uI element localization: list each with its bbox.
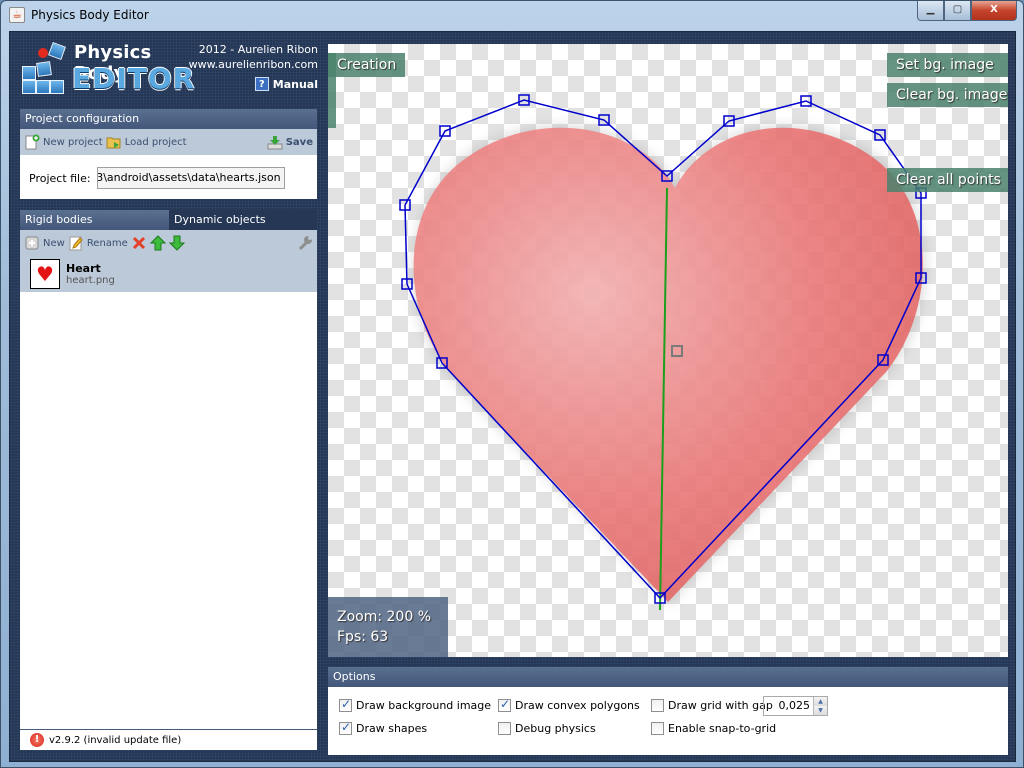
option-debug-physics[interactable]: Debug physics [498,722,596,735]
credits-website[interactable]: www.aurelienribon.com [118,57,318,72]
set-bg-image-button[interactable]: Set bg. image [887,53,1008,77]
heart-image [413,127,923,602]
java-app-icon: ☕ [9,7,25,23]
new-body-button[interactable]: New [24,235,65,251]
window-controls: ▁ ▢ X [917,1,1017,21]
bodies-tabs: Rigid bodies Dynamic objects [20,210,317,230]
manual-label: Manual [272,77,318,91]
pencil-icon [68,235,84,251]
grid-gap-spinner[interactable]: 0,025 ▲ ▼ [763,696,828,716]
tab-dynamic-objects[interactable]: Dynamic objects [169,210,317,230]
bodies-toolbar: New Rename [20,230,317,256]
options-title: Options [328,667,1008,687]
client-area: Physics Body EDITOR 2012 - Aurelien Ribo… [9,31,1016,762]
close-button[interactable]: X [971,1,1017,21]
editor-canvas[interactable]: Creation Set bg. image Clear bg. image C… [328,44,1008,657]
maximize-button[interactable]: ▢ [944,1,971,21]
window-title: Physics Body Editor [31,8,149,22]
checkbox[interactable] [651,699,664,712]
delete-icon[interactable] [131,235,147,251]
version-text: v2.9.2 (invalid update file) [49,734,182,746]
options-grid: Draw background image Draw shapes Draw c… [328,687,1008,755]
bodies-panel: Rigid bodies Dynamic objects New Rename [20,210,317,750]
app-header: Physics Body EDITOR 2012 - Aurelien Ribo… [10,32,318,107]
move-down-icon[interactable] [168,235,186,251]
option-snap-to-grid[interactable]: Enable snap-to-grid [651,722,776,735]
item-file: heart.png [66,275,115,286]
spin-up-icon[interactable]: ▲ [814,697,827,706]
list-item[interactable]: ♥ Heart heart.png [20,256,317,292]
save-button[interactable]: Save [267,134,313,150]
error-icon: ! [30,733,44,747]
project-toolbar: New project Load project Save [20,129,317,155]
option-draw-grid[interactable]: Draw grid with gap [651,699,773,712]
checkbox[interactable] [498,697,511,712]
mode-label-creation[interactable]: Creation [328,53,406,77]
new-document-icon [24,134,40,150]
project-file-label: Project file: [29,171,91,185]
credits: 2012 - Aurelien Ribon www.aurelienribon.… [118,42,318,72]
logo-blocks-icon [20,42,68,94]
option-draw-background-image[interactable]: Draw background image [339,697,491,712]
help-book-icon: ? [254,77,269,91]
heart-thumbnail-icon: ♥ [30,259,60,289]
save-disk-icon [267,134,283,150]
project-file-field[interactable]: ayHearts3\android\assets\data\hearts.jso… [96,167,285,189]
checkbox[interactable] [651,722,664,735]
option-draw-convex-polygons[interactable]: Draw convex polygons [498,697,640,712]
minimize-button[interactable]: ▁ [917,1,944,21]
zoom-fps-info: Zoom: 200 % Fps: 63 [328,597,448,657]
move-up-icon[interactable] [149,235,167,251]
version-status: ! v2.9.2 (invalid update file) [20,729,317,750]
clear-all-points-button[interactable]: Clear all points [887,168,1008,192]
wrench-icon[interactable] [297,235,313,251]
item-name: Heart [66,262,101,275]
fps-readout: Fps: 63 [337,629,389,645]
option-draw-shapes[interactable]: Draw shapes [339,720,427,735]
panel-title: Project configuration [20,109,317,129]
canvas-drawing [399,94,927,611]
add-icon [24,235,40,251]
new-project-button[interactable]: New project [24,134,103,150]
folder-open-icon [106,134,122,150]
checkbox[interactable] [339,720,352,735]
options-panel: Options Draw background image Draw shape… [328,667,1008,755]
checkbox[interactable] [498,722,511,735]
project-file-row: Project file: ayHearts3\android\assets\d… [20,155,317,189]
manual-button[interactable]: ? Manual [254,77,318,91]
clear-bg-image-button[interactable]: Clear bg. image [887,83,1008,107]
app-window: ☕ Physics Body Editor ▁ ▢ X Physics Body [0,0,1024,768]
spin-down-icon[interactable]: ▼ [814,706,827,715]
grid-gap-value[interactable]: 0,025 [764,697,813,715]
project-configuration-panel: Project configuration New project Load p… [20,109,317,199]
credits-author: 2012 - Aurelien Ribon [198,43,318,56]
title-bar: ☕ Physics Body Editor ▁ ▢ X [1,1,1023,31]
zoom-readout: Zoom: 200 % [337,609,432,625]
load-project-button[interactable]: Load project [106,134,187,150]
checkbox[interactable] [339,697,352,712]
tab-rigid-bodies[interactable]: Rigid bodies [20,210,169,230]
rename-body-button[interactable]: Rename [68,235,128,251]
